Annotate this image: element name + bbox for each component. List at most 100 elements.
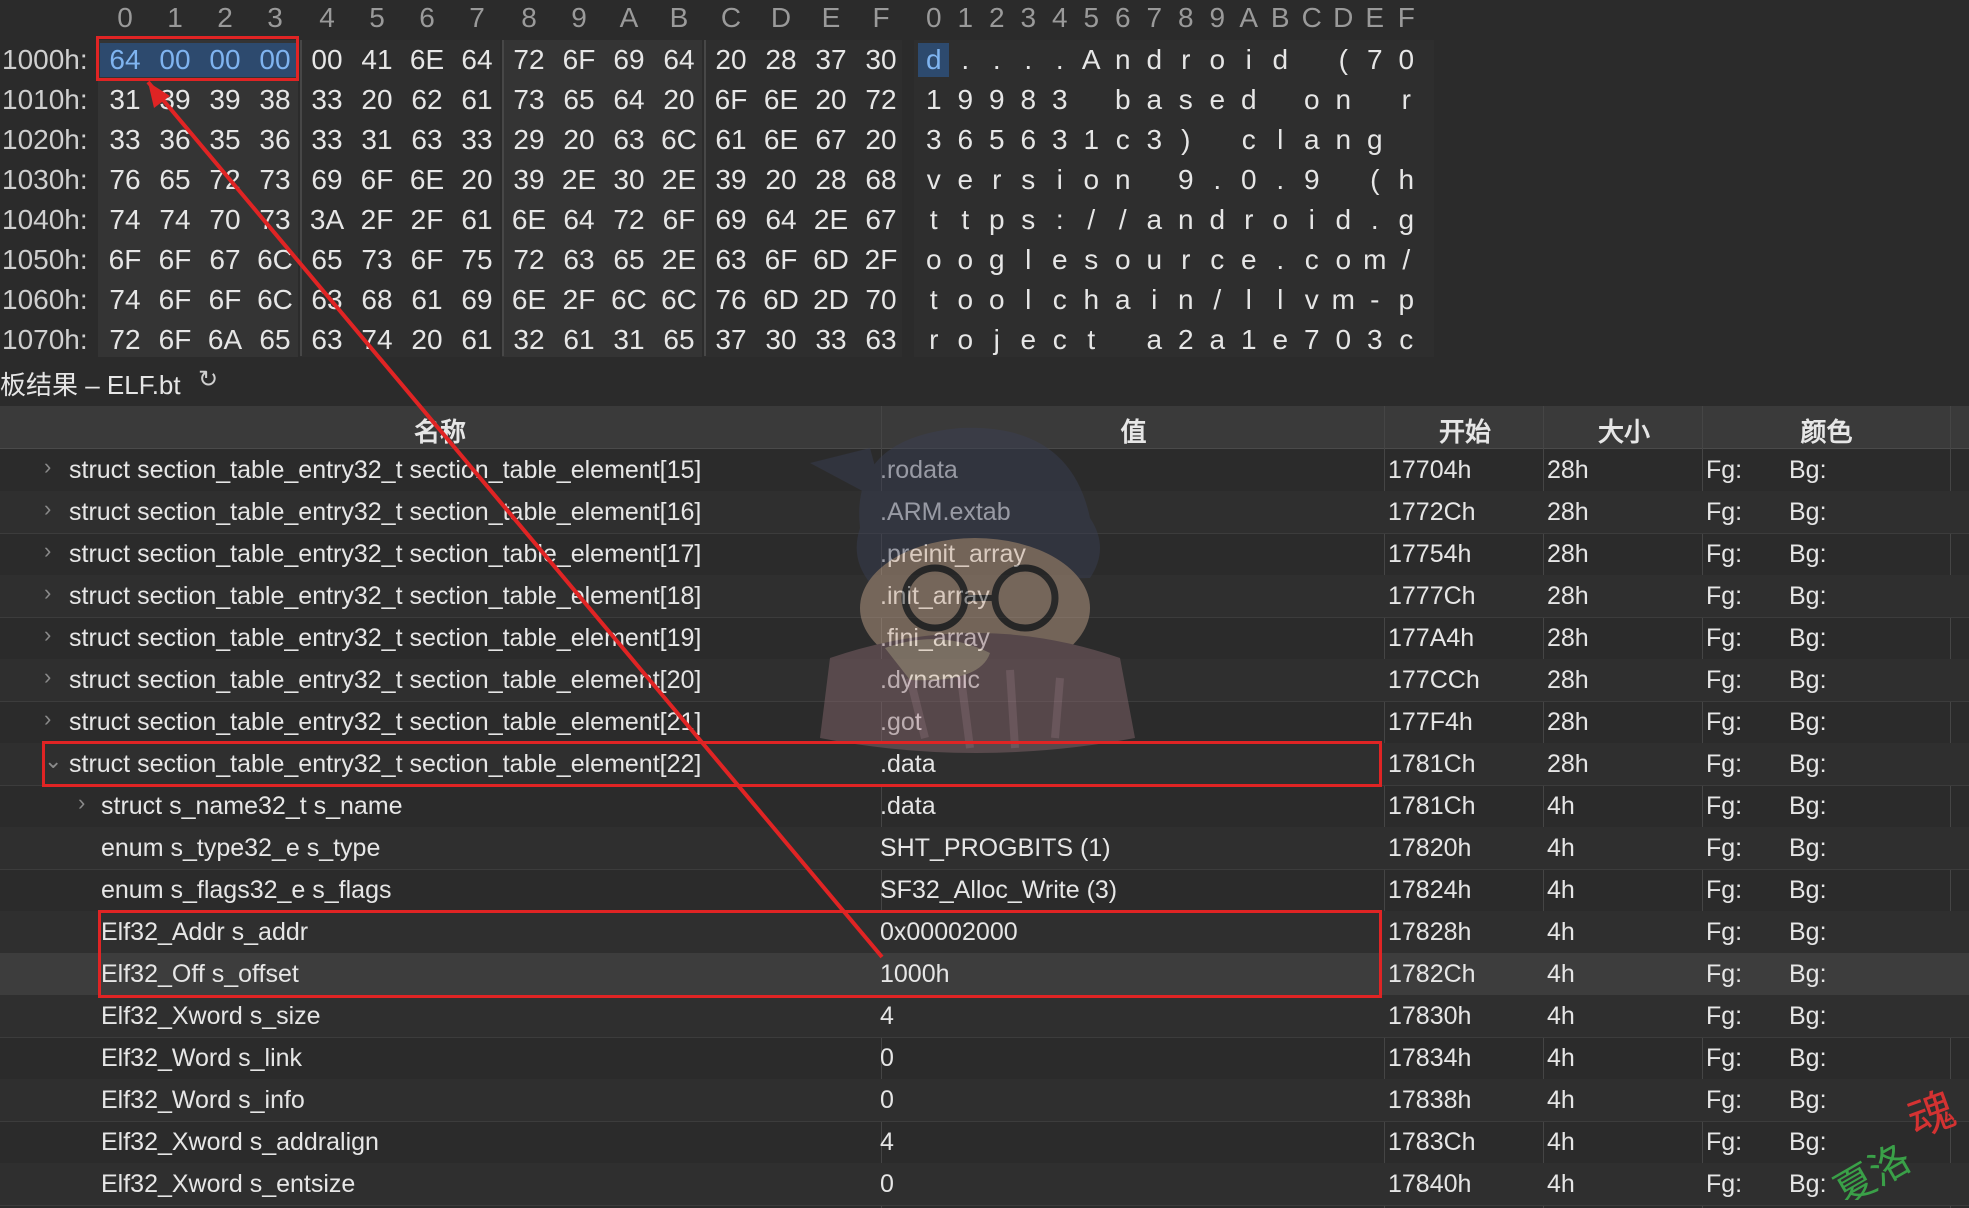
hex-byte[interactable]: 63: [402, 124, 452, 156]
ascii-char[interactable]: l: [1265, 124, 1297, 156]
hex-byte[interactable]: 6C: [654, 124, 704, 156]
hex-byte[interactable]: 39: [200, 84, 250, 116]
hex-byte[interactable]: 6E: [504, 284, 554, 316]
hex-byte[interactable]: 20: [806, 84, 856, 116]
hex-byte[interactable]: 35: [200, 124, 250, 156]
hex-byte[interactable]: 36: [250, 124, 300, 156]
table-row[interactable]: Elf32_Word s_info 0 17838h 4h Fg: Bg:: [0, 1079, 1969, 1122]
ascii-char[interactable]: r: [1170, 44, 1202, 76]
ascii-char[interactable]: s: [1076, 244, 1108, 276]
hex-byte[interactable]: 20: [452, 164, 502, 196]
table-row[interactable]: Elf32_Word s_link 0 17834h 4h Fg: Bg:: [0, 1037, 1969, 1080]
ascii-char[interactable]: l: [1265, 284, 1297, 316]
ascii-char[interactable]: c: [1202, 244, 1234, 276]
hex-byte[interactable]: 63: [554, 244, 604, 276]
table-row[interactable]: enum s_flags32_e s_flags SF32_Alloc_Write…: [0, 869, 1969, 912]
hex-byte[interactable]: 6F: [150, 244, 200, 276]
hex-byte[interactable]: 3A: [302, 204, 352, 236]
hex-byte[interactable]: 6F: [654, 204, 704, 236]
hex-byte[interactable]: 6F: [100, 244, 150, 276]
ascii-char[interactable]: o: [950, 244, 982, 276]
ascii-char[interactable]: a: [1139, 324, 1171, 356]
hex-byte[interactable]: 39: [150, 84, 200, 116]
ascii-char[interactable]: d: [1233, 84, 1265, 116]
ascii-char[interactable]: e: [1265, 324, 1297, 356]
hex-byte[interactable]: 33: [302, 84, 352, 116]
expand-chevron-icon[interactable]: ›: [78, 790, 85, 816]
ascii-char[interactable]: p: [981, 204, 1013, 236]
ascii-char[interactable]: c: [1233, 124, 1265, 156]
hex-byte[interactable]: 70: [200, 204, 250, 236]
ascii-char[interactable]: e: [1202, 84, 1234, 116]
ascii-char[interactable]: t: [918, 284, 950, 316]
hex-byte[interactable]: 39: [706, 164, 756, 196]
hex-byte[interactable]: 72: [856, 84, 906, 116]
hex-byte[interactable]: 30: [604, 164, 654, 196]
hex-byte[interactable]: 6E: [402, 164, 452, 196]
ascii-char[interactable]: e: [1044, 244, 1076, 276]
hex-byte[interactable]: 20: [402, 324, 452, 356]
ascii-char[interactable]: 7: [1359, 44, 1391, 76]
ascii-char[interactable]: 9: [981, 84, 1013, 116]
ascii-char[interactable]: h: [1076, 284, 1108, 316]
ascii-char[interactable]: o: [918, 244, 950, 276]
ascii-char[interactable]: e: [1013, 324, 1045, 356]
ascii-char[interactable]: o: [950, 284, 982, 316]
ascii-char[interactable]: m: [1359, 244, 1391, 276]
ascii-char[interactable]: .: [950, 44, 982, 76]
table-row[interactable]: enum s_type32_e s_type SHT_PROGBITS (1) 17…: [0, 827, 1969, 870]
table-row[interactable]: › struct s_name32_t s_name .data 1781Ch 4h Fg…: [0, 785, 1969, 828]
hex-byte[interactable]: 63: [302, 284, 352, 316]
hex-row[interactable]: 1030h: 76 65 72 73 69 6F 6E 20 39 2E 30 2E 39 20 28 68 v e…: [0, 160, 1969, 200]
ascii-char[interactable]: g: [1391, 204, 1423, 236]
hex-byte[interactable]: 65: [250, 324, 300, 356]
hex-byte[interactable]: 64: [554, 204, 604, 236]
expand-chevron-icon[interactable]: ›: [44, 580, 51, 606]
hex-byte[interactable]: 6E: [756, 124, 806, 156]
ascii-char[interactable]: 8: [1013, 84, 1045, 116]
column-header-size[interactable]: 大小: [1545, 412, 1703, 449]
hex-byte[interactable]: 67: [200, 244, 250, 276]
hex-byte[interactable]: 72: [100, 324, 150, 356]
ascii-char[interactable]: c: [1044, 324, 1076, 356]
hex-byte[interactable]: 6F: [756, 244, 806, 276]
ascii-char[interactable]: 9: [950, 84, 982, 116]
hex-byte[interactable]: 41: [352, 44, 402, 76]
expand-chevron-icon[interactable]: ›: [44, 496, 51, 522]
hex-byte[interactable]: 61: [452, 204, 502, 236]
ascii-char[interactable]: /: [1107, 204, 1139, 236]
ascii-char[interactable]: o: [1296, 84, 1328, 116]
hex-byte[interactable]: 63: [856, 324, 906, 356]
ascii-char[interactable]: g: [981, 244, 1013, 276]
hex-byte[interactable]: 63: [302, 324, 352, 356]
ascii-char[interactable]: c: [1296, 244, 1328, 276]
table-row[interactable]: Elf32_Xword s_addralign 4 1783Ch 4h Fg: Bg:: [0, 1121, 1969, 1164]
ascii-char[interactable]: e: [1233, 244, 1265, 276]
hex-byte[interactable]: 2F: [856, 244, 906, 276]
hex-byte[interactable]: 61: [452, 324, 502, 356]
ascii-char[interactable]: 3: [1359, 324, 1391, 356]
ascii-char[interactable]: 6: [1013, 124, 1045, 156]
hex-byte[interactable]: 72: [604, 204, 654, 236]
hex-byte[interactable]: 65: [150, 164, 200, 196]
ascii-char[interactable]: 9: [1296, 164, 1328, 196]
hex-byte[interactable]: 69: [302, 164, 352, 196]
ascii-char[interactable]: n: [1170, 204, 1202, 236]
hex-byte[interactable]: 31: [100, 84, 150, 116]
ascii-char[interactable]: .: [1265, 244, 1297, 276]
ascii-char[interactable]: t: [950, 204, 982, 236]
ascii-char[interactable]: r: [1170, 244, 1202, 276]
hex-byte[interactable]: 2E: [554, 164, 604, 196]
ascii-char[interactable]: s: [1013, 204, 1045, 236]
hex-byte[interactable]: 33: [806, 324, 856, 356]
hex-byte[interactable]: 28: [806, 164, 856, 196]
ascii-char[interactable]: /: [1076, 204, 1108, 236]
ascii-char[interactable]: i: [1139, 284, 1171, 316]
ascii-char[interactable]: g: [1359, 124, 1391, 156]
hex-byte[interactable]: 20: [654, 84, 704, 116]
ascii-char[interactable]: 0: [1233, 164, 1265, 196]
hex-row[interactable]: 1050h: 6F 6F 67 6C 65 73 6F 75 72 63 65 2E 63 6F 6D 2F o o…: [0, 240, 1969, 280]
ascii-char[interactable]: a: [1107, 284, 1139, 316]
ascii-char[interactable]: o: [1202, 44, 1234, 76]
hex-byte[interactable]: 6C: [654, 284, 704, 316]
